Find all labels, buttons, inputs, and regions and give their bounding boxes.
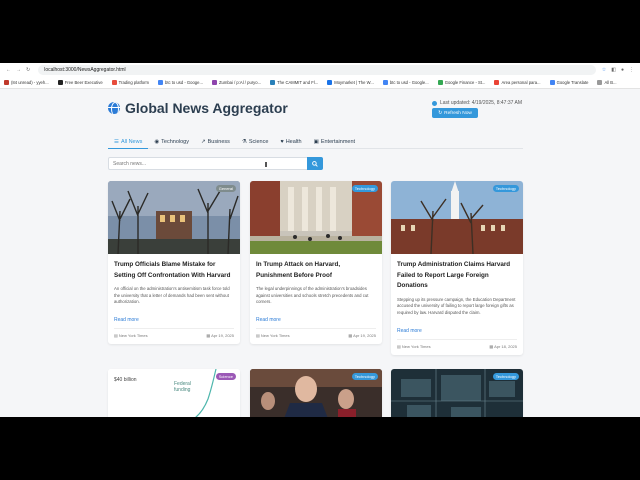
address-bar-row: ← → ↻ localhost:3000/NewsAggregator.html… [0, 63, 640, 77]
news-card[interactable]: General Trump Officials Blame Mistake fo… [108, 181, 240, 344]
bookmarks-bar: (84 unread) - yyeh... Free Beer Executiv… [0, 77, 640, 89]
search-input[interactable]: Search news... [108, 157, 308, 170]
bookmark-item[interactable]: btc to usd - Googe... [158, 80, 203, 85]
forward-icon[interactable]: → [16, 67, 21, 73]
reload-icon[interactable]: ↻ [26, 67, 30, 73]
bookmark-item[interactable]: Trading platform [111, 80, 149, 85]
browser-toolbar-right: ☆ ◧ ● ⋮ [602, 67, 634, 73]
tab-entertainment[interactable]: ▣ Entertainment [308, 135, 361, 149]
chip-icon: ◉ [154, 139, 160, 145]
article-summary: The legal underpinnings of the administr… [256, 286, 369, 304]
flask-icon: ⚗ [241, 139, 247, 145]
news-card[interactable]: Technology [391, 369, 523, 417]
search-placeholder: Search news... [113, 160, 147, 167]
news-card[interactable]: $40 billion Federal funding Science [108, 369, 240, 417]
clock-icon [432, 100, 437, 106]
bookmark-item[interactable]: Free Beer Executive [57, 80, 103, 85]
tab-science[interactable]: ⚗ Science [236, 135, 275, 149]
category-badge: Technology [492, 373, 519, 380]
url-text: localhost:3000/NewsAggregator.html [44, 67, 126, 73]
read-more-link[interactable]: Read more [397, 328, 517, 334]
chart-caption: $40 billion [114, 377, 137, 383]
article-date: ▦ Apr 19, 2025 [206, 333, 234, 338]
category-tabs: ☰ All News ◉ Technology ↗ Business ⚗ Science… [108, 135, 523, 149]
category-badge: Science [215, 373, 236, 380]
news-card[interactable]: Technology Trump Administration Claims H… [391, 181, 523, 355]
tab-health[interactable]: ♥ Health [274, 135, 307, 149]
article-summary: An official on the administration's anti… [114, 286, 230, 304]
news-card[interactable]: Technology [250, 369, 382, 417]
nav-buttons: ← → ↻ [6, 67, 30, 73]
last-updated: Last updated: 4/19/2025, 8:47:37 AM [432, 100, 522, 106]
article-image: Technology [250, 369, 382, 417]
article-source: ▤ New York Times [397, 343, 431, 349]
mouse-cursor [265, 162, 267, 167]
tab-all-news[interactable]: ☰ All News [108, 135, 149, 149]
read-more-link[interactable]: Read more [114, 317, 234, 323]
category-badge: General [215, 185, 236, 192]
article-image: $40 billion Federal funding Science [108, 369, 240, 417]
chart-icon: ↗ [200, 139, 206, 145]
tab-technology[interactable]: ◉ Technology [148, 135, 195, 149]
back-icon[interactable]: ← [6, 67, 11, 73]
article-image: Technology [391, 181, 523, 254]
article-image: General [108, 181, 240, 254]
article-title[interactable]: Trump Administration Claims Harvard Fail… [397, 260, 517, 292]
article-date: ▦ Apr 18, 2025 [489, 343, 517, 349]
bookmark-item[interactable]: Google Finance - St... [437, 80, 485, 85]
article-image: Technology [391, 369, 523, 417]
article-meta: ▤ New York Times ▦ Apr 19, 2025 [256, 328, 376, 338]
article-image: Technology [250, 181, 382, 254]
refresh-label: Refresh Now [444, 110, 472, 116]
bookmark-star-icon[interactable]: ☆ [602, 67, 606, 73]
article-meta: ▤ New York Times ▦ Apr 18, 2025 [397, 338, 517, 349]
chart-caption: Federal funding [174, 381, 191, 393]
article-summary: Stepping up its pressure campaign, the E… [397, 296, 516, 315]
last-updated-text: Last updated: 4/19/2025, 8:47:37 AM [440, 100, 523, 106]
refresh-icon: ↻ [438, 110, 443, 116]
header: Global News Aggregator [108, 100, 288, 116]
browser-window: ← → ↻ localhost:3000/NewsAggregator.html… [0, 63, 640, 417]
search-button[interactable] [307, 157, 323, 170]
globe-icon [108, 102, 120, 114]
menu-icon[interactable]: ⋮ [629, 67, 634, 73]
article-meta: ▤ New York Times ▦ Apr 19, 2025 [114, 328, 234, 338]
article-source: ▤ New York Times [114, 333, 148, 338]
search-icon [312, 160, 318, 167]
article-source: ▤ New York Times [256, 333, 290, 338]
url-field[interactable]: localhost:3000/NewsAggregator.html [38, 65, 596, 75]
list-icon: ☰ [114, 138, 119, 145]
bookmark-item[interactable]: (84 unread) - yyeh... [4, 80, 49, 85]
category-badge: Technology [351, 185, 378, 192]
bookmark-item[interactable]: All B... [597, 80, 617, 85]
news-card[interactable]: Technology In Trump Attack on Harvard, P… [250, 181, 382, 344]
bookmark-item[interactable]: Zumbai / p:Al / puryo... [211, 80, 261, 85]
bookmark-item[interactable]: The CAMMIT and Fl... [270, 80, 318, 85]
extension-icon[interactable]: ◧ [611, 67, 616, 73]
bookmark-item[interactable]: Moymarket | The W... [327, 80, 374, 85]
refresh-button[interactable]: ↻ Refresh Now [432, 108, 478, 118]
article-title[interactable]: In Trump Attack on Harvard, Punishment B… [256, 260, 376, 281]
film-icon: ▣ [313, 139, 319, 145]
tab-business[interactable]: ↗ Business [195, 135, 236, 149]
article-date: ▦ Apr 19, 2025 [348, 333, 376, 338]
article-title[interactable]: Trump Officials Blame Mistake for Settin… [114, 260, 234, 281]
read-more-link[interactable]: Read more [256, 317, 376, 323]
heart-icon: ♥ [280, 139, 284, 145]
news-page: Global News Aggregator Last updated: 4/1… [0, 89, 640, 417]
bookmark-item[interactable]: Area personal para... [494, 80, 541, 85]
bookmark-item[interactable]: btc to usd - Google... [382, 80, 429, 85]
category-badge: Technology [492, 185, 519, 192]
profile-icon[interactable]: ● [621, 67, 624, 73]
category-badge: Technology [351, 373, 378, 380]
page-title: Global News Aggregator [125, 100, 288, 116]
bookmark-item[interactable]: Google Translate [549, 80, 588, 85]
